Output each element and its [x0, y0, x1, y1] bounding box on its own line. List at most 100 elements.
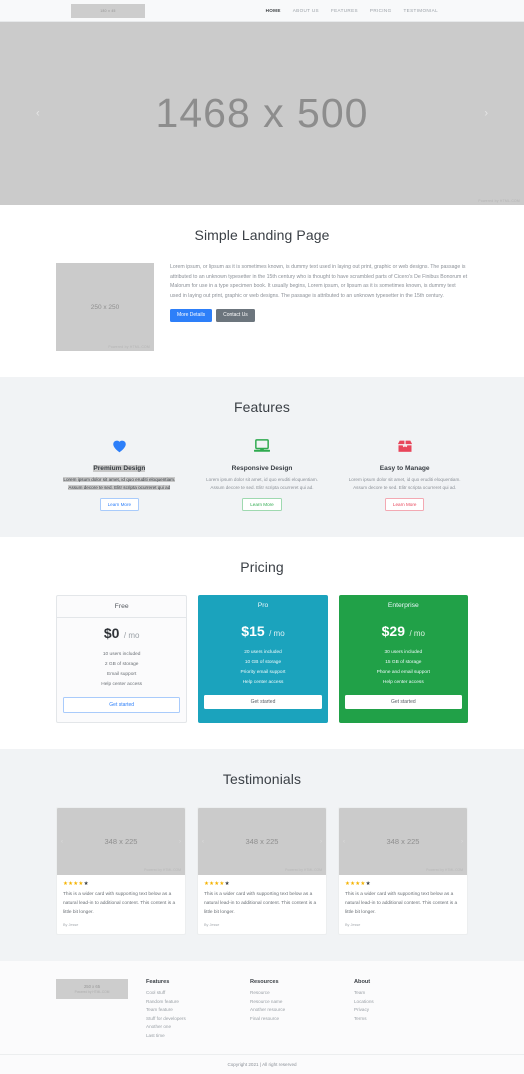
footer-link[interactable]: Resource [250, 989, 336, 997]
pricing-feature: 10 users included [102, 652, 141, 658]
footer-link[interactable]: Locations [354, 998, 440, 1006]
testimonial-prev-icon[interactable]: ‹ [202, 839, 204, 845]
footer-column-heading: About [354, 979, 371, 986]
feature-card: Easy to Manage Lorem ipsum dolor sit amet… [341, 435, 468, 512]
footer-logo-watermark: Powered by HTML.COM [74, 990, 110, 995]
carousel-next-icon[interactable]: › [484, 108, 488, 119]
pricing-plan-name: Pro [257, 602, 269, 610]
pricing-feature: Email support [107, 671, 137, 677]
feature-title: Premium Design [93, 465, 146, 472]
footer-link[interactable]: Resource name [250, 998, 336, 1006]
pricing-title: Pricing [240, 559, 284, 576]
pricing-amount: $0 / mo [63, 625, 180, 643]
footer-link[interactable]: Random feature [146, 998, 232, 1006]
top-navbar: 180 x 45 HOME ABOUT US FEATURES PRICING TEST… [0, 0, 524, 22]
hero-watermark: Powered by HTML.COM [478, 199, 520, 203]
footer-link[interactable]: Stuff for developers [146, 1015, 232, 1023]
carousel-prev-icon[interactable]: ‹ [36, 108, 40, 119]
feature-description-text: Lorem ipsum dolor sit amet, id quo erudi… [206, 477, 318, 491]
hero-image-placeholder: 1468 x 500 [155, 90, 369, 136]
star-icon: ★ [83, 881, 89, 888]
feature-description-text: Lorem ipsum dolor sit amet, id quo erudi… [63, 477, 176, 491]
site-footer: 250 x 65 Powered by HTML.COM Features Coo… [0, 961, 524, 1055]
footer-columns: Features Cool stuff Random feature Team fea… [146, 979, 440, 1040]
pricing-features: 30 users included 15 GB of storage Phone a… [345, 648, 462, 687]
get-started-button[interactable]: Get started [63, 697, 181, 714]
testimonial-text: This is a wider card with supporting tex… [204, 892, 317, 915]
pricing-feature: 15 GB of storage [385, 659, 422, 665]
pricing-price: $15 [241, 623, 265, 640]
testimonials-title: Testimonials [222, 771, 302, 788]
pricing-section: Pricing Free $0 / mo 10 users included 2 GB… [0, 537, 524, 750]
nav-link-pricing[interactable]: PRICING [370, 8, 392, 13]
footer-link[interactable]: Team feature [146, 1006, 232, 1014]
testimonial-author: By Jesse [345, 923, 361, 928]
pricing-feature: 30 users included [384, 650, 423, 656]
pricing-card: Pro $15 / mo 20 users included 10 GB of sto… [198, 595, 328, 724]
testimonial-image-placeholder: ‹ 348 x 225 › Powered by HTML.COM [198, 808, 326, 876]
footer-column-heading: Features [146, 979, 170, 986]
testimonial-image-label: 348 x 225 [245, 837, 279, 847]
footer-link[interactable]: Last time [146, 1032, 232, 1040]
testimonial-watermark: Powered by HTML.COM [426, 868, 463, 873]
footer-logo-label: 250 x 65 [83, 984, 101, 990]
footer-link[interactable]: Final resource [250, 1015, 336, 1023]
pricing-features: 20 users included 10 GB of storage Priorit… [204, 648, 321, 687]
star-rating: ★★★★★ [204, 881, 320, 887]
pricing-period: / mo [123, 631, 140, 641]
learn-more-button[interactable]: Learn More [242, 498, 282, 512]
footer-column: Resources Resource Resource name Another re… [250, 979, 336, 1040]
nav-link-home[interactable]: HOME [266, 8, 281, 13]
features-section: Features Premium Design Lorem ipsum dolor… [0, 377, 524, 538]
testimonial-text: This is a wider card with supporting tex… [63, 892, 176, 915]
learn-more-button[interactable]: Learn More [384, 498, 425, 512]
open-box-icon [341, 435, 468, 457]
footer-link[interactable]: Another resource [250, 1006, 336, 1014]
star-rating: ★★★★★ [63, 881, 179, 887]
testimonial-next-icon[interactable]: › [179, 839, 181, 845]
nav-link-testimonial[interactable]: TESTIMONIAL [404, 8, 438, 13]
feature-title: Responsive Design [231, 465, 293, 472]
feature-card: Premium Design Lorem ipsum dolor sit amet… [56, 435, 183, 512]
testimonial-prev-icon[interactable]: ‹ [343, 839, 345, 845]
site-logo[interactable]: 180 x 45 [71, 3, 145, 18]
pricing-feature: 2 GB of storage [104, 661, 139, 667]
testimonial-author: By Jesse [204, 923, 220, 928]
footer-link[interactable]: Cool stuff [146, 989, 232, 997]
footer-column-heading: Resources [250, 979, 279, 986]
testimonial-next-icon[interactable]: › [461, 839, 463, 845]
nav-link-about-us[interactable]: ABOUT US [293, 8, 319, 13]
pricing-grid: Free $0 / mo 10 users included 2 GB of stor… [56, 595, 468, 724]
about-image-label: 250 x 250 [90, 303, 120, 311]
feature-description: Lorem ipsum dolor sit amet, id quo erudi… [341, 476, 468, 492]
pricing-card: Free $0 / mo 10 users included 2 GB of stor… [56, 595, 188, 724]
more-details-button[interactable]: More Details [170, 308, 213, 322]
testimonial-author: By Jesse [63, 923, 79, 928]
testimonial-text: This is a wider card with supporting tex… [345, 892, 458, 915]
footer-logo[interactable]: 250 x 65 Powered by HTML.COM [56, 979, 128, 1000]
pricing-period: / mo [269, 629, 285, 639]
star-rating: ★★★★★ [345, 881, 461, 887]
pricing-amount: $15 / mo [204, 623, 321, 641]
get-started-button[interactable]: Get started [344, 695, 462, 710]
learn-more-button[interactable]: Learn More [99, 498, 140, 512]
testimonial-next-icon[interactable]: › [320, 839, 322, 845]
footer-link[interactable]: Another one [146, 1023, 232, 1031]
pricing-card: Enterprise $29 / mo 30 users included 15 GB… [338, 595, 468, 724]
contact-us-button[interactable]: Contact Us [216, 308, 255, 322]
pricing-amount: $29 / mo [345, 623, 462, 641]
feature-description: Lorem ipsum dolor sit amet, id quo erudi… [56, 476, 183, 492]
nav-link-features[interactable]: FEATURES [331, 8, 358, 13]
get-started-button[interactable]: Get started [204, 695, 322, 710]
testimonial-prev-icon[interactable]: ‹ [61, 839, 63, 845]
footer-link[interactable]: Terms [354, 1015, 440, 1023]
feature-card: Responsive Design Lorem ipsum dolor sit a… [199, 435, 326, 512]
testimonials-grid: ‹ 348 x 225 › Powered by HTML.COM ★★★★★ This … [56, 807, 468, 936]
hero-carousel[interactable]: ‹ 1468 x 500 › Powered by HTML.COM [0, 22, 524, 205]
feature-description: Lorem ipsum dolor sit amet, id quo erudi… [199, 476, 326, 492]
footer-link[interactable]: Team [354, 989, 440, 997]
pricing-feature: Help center access [242, 679, 284, 685]
footer-link[interactable]: Privacy [354, 1006, 440, 1014]
feature-description-text: Lorem ipsum dolor sit amet, id quo erudi… [348, 477, 461, 491]
about-paragraph: Lorem ipsum, or lipsum as it is sometime… [170, 264, 468, 299]
